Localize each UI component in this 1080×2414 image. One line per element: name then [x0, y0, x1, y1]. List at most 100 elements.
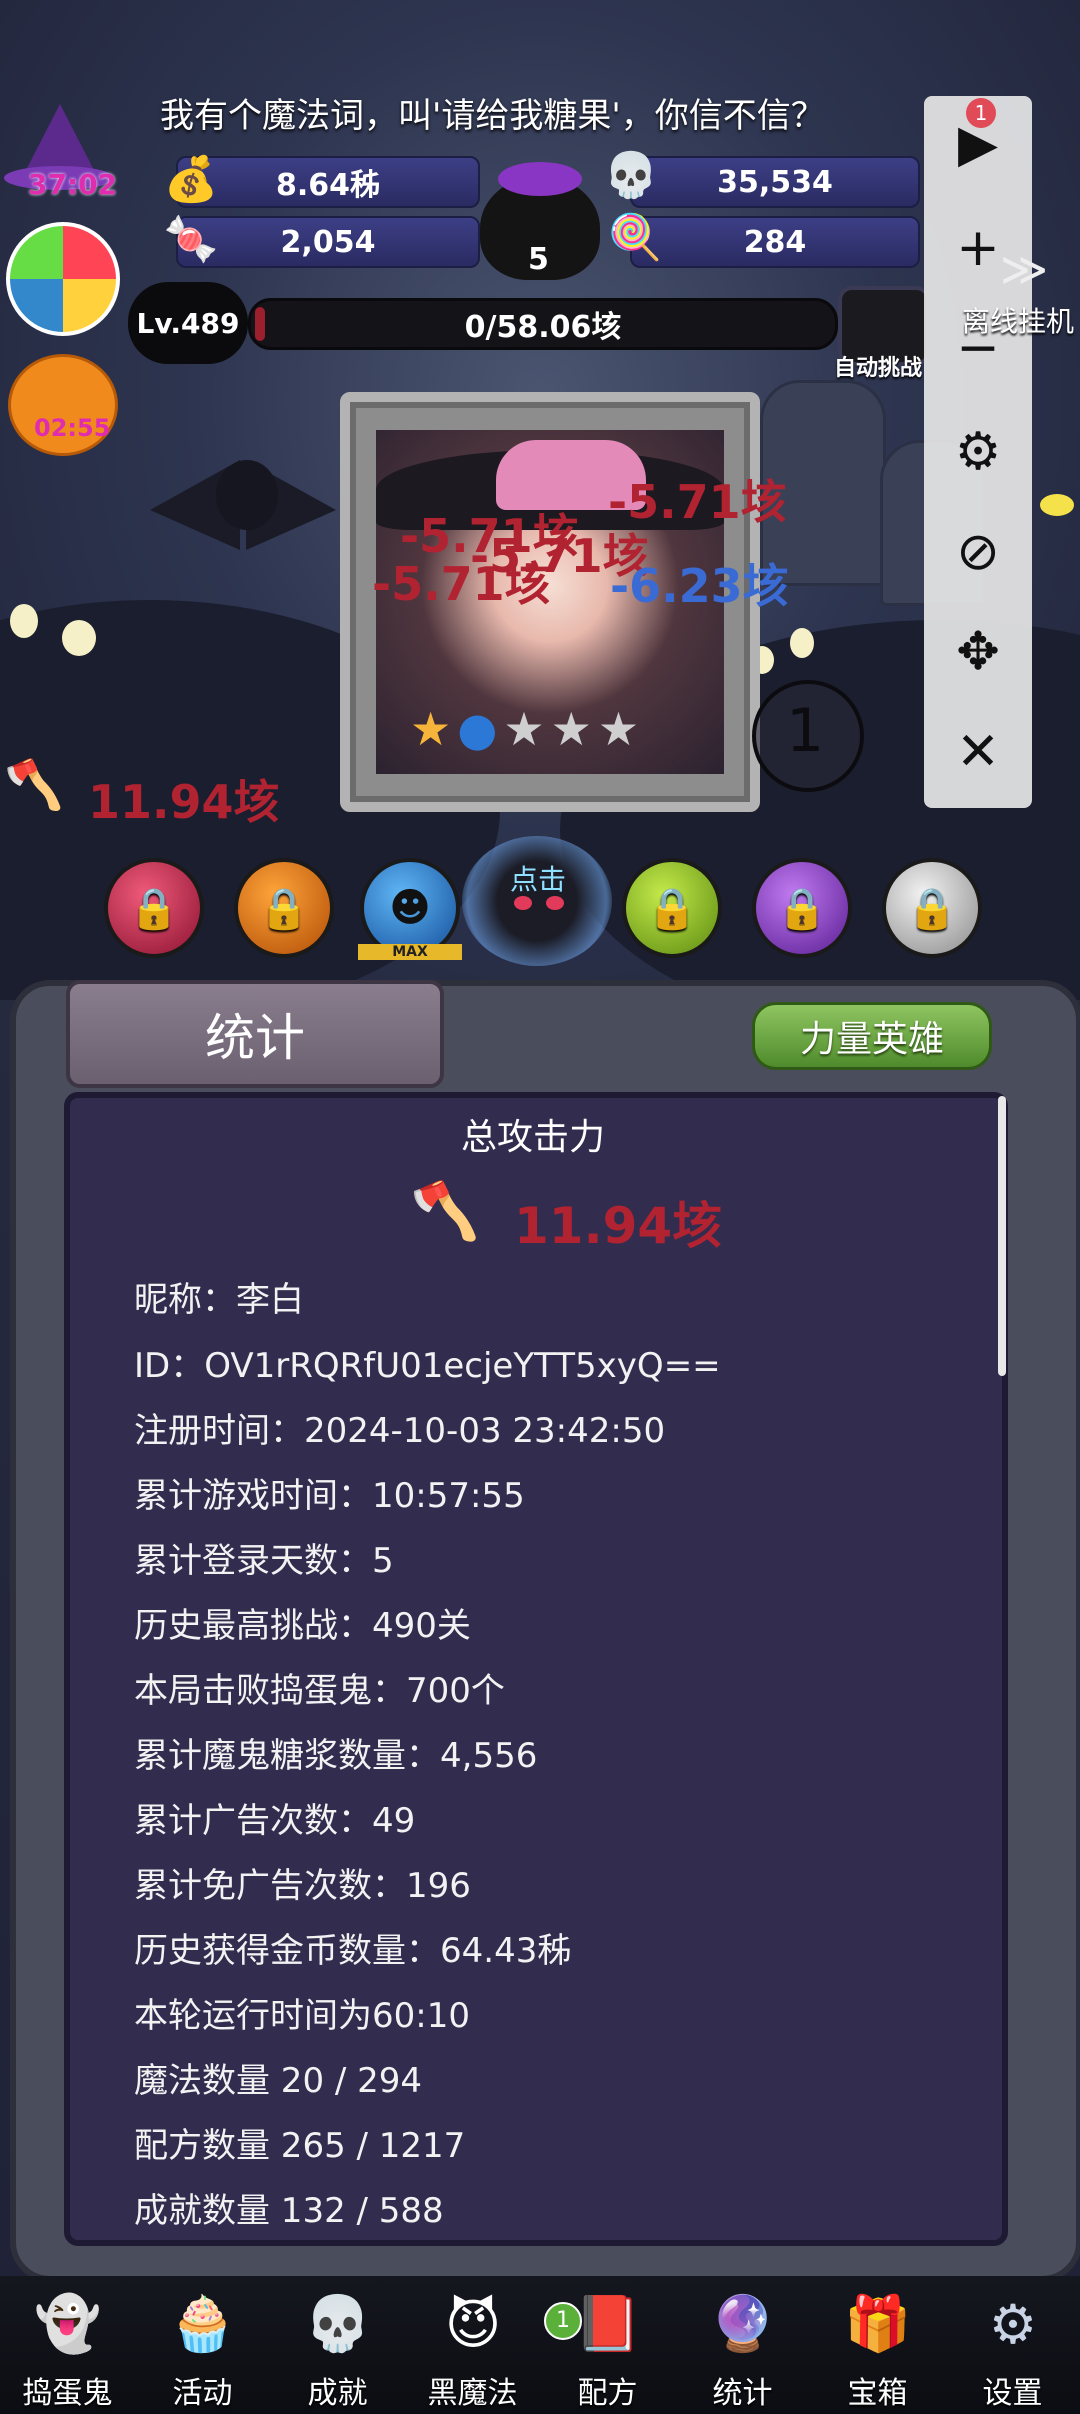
- overlay-toolbar: ▶ + − ⚙ ⊘ ✥ ✕: [924, 96, 1032, 808]
- stat-achievement-count: 成就数量 132 / 588: [134, 2191, 444, 2231]
- total-attack-value: 11.94垓: [514, 1197, 723, 1255]
- bat-icon[interactable]: [150, 440, 340, 570]
- damage-text-4: -5.71垓: [608, 475, 787, 529]
- stat-run-time: 本轮运行时间为60:10: [134, 1996, 470, 2036]
- top-message: 我有个魔法词，叫'请给我糖果'，你信不信？: [160, 96, 825, 136]
- skill-orb-white-locked[interactable]: 🔒: [882, 858, 982, 958]
- total-attack-title: 总攻击力: [460, 1117, 605, 1158]
- nav-label: 活动: [172, 2376, 233, 2411]
- skull-trophy-icon: 💀: [304, 2292, 372, 2355]
- stat-syrup: 累计魔鬼糖浆数量：4,556: [134, 1736, 538, 1776]
- lollipop-icon[interactable]: [6, 222, 120, 336]
- nav-label: 统计: [712, 2376, 773, 2411]
- eye-off-icon[interactable]: ⊘: [924, 512, 1032, 592]
- gear-icon: ⚙: [988, 2292, 1038, 2356]
- level-progress-text: 0/58.06垓: [464, 310, 622, 345]
- damage-text-blue: -6.23垓: [610, 559, 789, 613]
- stat-login-days: 累计登录天数：5: [134, 1541, 394, 1581]
- timer-text: 37:02: [28, 168, 118, 201]
- stat-ad-free: 累计免广告次数：196: [134, 1866, 471, 1906]
- coins-value: 8.64秭: [275, 168, 381, 203]
- cauldron-icon[interactable]: 5: [480, 162, 600, 280]
- stat-id: ID：OV1rRQRfU01ecjeYTT5xyQ==: [134, 1346, 721, 1386]
- bottom-nav: 👻 捣蛋鬼 🧁 活动 💀 成就 😈 黑魔法 📕 1 配方 🔮 统计 🎁 宝箱 ⚙…: [0, 2276, 1080, 2414]
- skill-orb-green-locked[interactable]: 🔒: [622, 858, 722, 958]
- nav-item-settings[interactable]: ⚙ 设置: [945, 2276, 1080, 2414]
- nav-item-stats[interactable]: 🔮 统计: [675, 2276, 810, 2414]
- nav-item-black-magic[interactable]: 😈 黑魔法: [405, 2276, 540, 2414]
- red-candy-value: 2,054: [280, 224, 376, 260]
- level-label: Lv.489: [136, 306, 240, 340]
- stat-total-coins: 历史获得金币数量：64.43秭: [134, 1931, 572, 1971]
- demon-icon: 😈: [444, 2292, 502, 2356]
- nav-label: 宝箱: [847, 2376, 908, 2411]
- stat-best-challenge: 历史最高挑战：490关: [134, 1606, 471, 1646]
- nav-item-recipe[interactable]: 📕 1 配方: [540, 2276, 675, 2414]
- stat-register-time: 注册时间：2024-10-03 23:42:50: [134, 1411, 666, 1451]
- recipe-book-icon: 📕: [574, 2292, 642, 2355]
- nav-item-troublemaker[interactable]: 👻 捣蛋鬼: [0, 2276, 135, 2414]
- stage-number: 1: [786, 696, 825, 766]
- lock-icon: 🔒: [259, 885, 309, 932]
- stats-tab-label: 统计: [205, 1009, 305, 1067]
- recipe-badge: 1: [544, 2302, 582, 2340]
- ghost-icon: 👻: [34, 2292, 102, 2355]
- skull-potion-icon: 💀: [603, 150, 659, 201]
- nav-label: 捣蛋鬼: [22, 2376, 113, 2411]
- axe-icon: 🪓: [4, 757, 64, 813]
- close-icon[interactable]: ✕: [924, 712, 1032, 792]
- skull-candy-icon: 🍬: [163, 214, 219, 265]
- power-hero-label: 力量英雄: [799, 1019, 944, 1060]
- stat-nickname: 昵称：李白: [134, 1280, 304, 1320]
- star-rating: ★●★★★: [410, 702, 646, 756]
- skill-orb-blue-max[interactable]: ☻: [360, 858, 460, 958]
- level-progress-bar: 0/58.06垓: [248, 298, 838, 350]
- toolbar-badge: 1: [966, 98, 996, 128]
- gear-icon[interactable]: ⚙: [924, 412, 1032, 492]
- skulls-stat: 35,534: [630, 156, 920, 208]
- nav-item-chest[interactable]: 🎁 宝箱: [810, 2276, 945, 2414]
- max-label: MAX: [358, 944, 462, 960]
- candy-corn-value: 284: [743, 224, 807, 260]
- stat-play-time: 累计游戏时间：10:57:55: [134, 1476, 525, 1516]
- level-progress-fill: [255, 307, 265, 341]
- power-hero-button[interactable]: 力量英雄: [752, 1002, 992, 1070]
- coin-bag-icon: 💰: [163, 154, 219, 205]
- auto-challenge-label: 自动挑战: [834, 356, 923, 381]
- nav-label: 黑魔法: [427, 2376, 518, 2411]
- nav-label: 配方: [577, 2376, 638, 2411]
- total-attack-float: 11.94垓: [88, 775, 280, 829]
- skull-icon: ☻: [389, 885, 431, 931]
- tap-monster-button[interactable]: [462, 836, 612, 966]
- tap-label: 点击: [510, 863, 567, 896]
- move-icon[interactable]: ✥: [924, 612, 1032, 692]
- stat-recipe-count: 配方数量 265 / 1217: [134, 2126, 466, 2166]
- pumpkin-icon[interactable]: 02:55: [8, 344, 118, 456]
- candy-corn-icon: 🍭: [607, 212, 663, 263]
- lock-icon: 🔒: [647, 885, 697, 932]
- lock-icon: 🔒: [129, 885, 179, 932]
- skill-orb-purple-locked[interactable]: 🔒: [752, 858, 852, 958]
- candy-corn-stat: 284: [630, 216, 920, 268]
- skill-orb-orange-locked[interactable]: 🔒: [234, 858, 334, 958]
- skill-orb-red-locked[interactable]: 🔒: [104, 858, 204, 958]
- fish-bone-icon: ≫: [1000, 242, 1049, 296]
- crystal-ball-icon: 🔮: [709, 2292, 777, 2355]
- cauldron-count: 5: [528, 242, 549, 277]
- stat-magic-count: 魔法数量 20 / 294: [134, 2061, 423, 2101]
- level-badge: Lv.489: [128, 282, 248, 364]
- lock-icon: 🔒: [777, 885, 827, 932]
- pumpkin-timer: 02:55: [34, 414, 111, 442]
- nav-label: 成就: [307, 2376, 368, 2411]
- eyeball-cake-icon: 🧁: [169, 2292, 237, 2355]
- offline-idle-label[interactable]: 离线挂机: [962, 300, 1074, 340]
- nav-label: 设置: [982, 2376, 1043, 2411]
- nav-item-achievement[interactable]: 💀 成就: [270, 2276, 405, 2414]
- gift-box-icon: 🎁: [844, 2292, 912, 2355]
- damage-text-3: -5.71垓: [372, 557, 551, 611]
- axe-icon: 🪓: [410, 1179, 480, 1244]
- witch-hat-icon[interactable]: 37:02: [4, 104, 118, 201]
- nav-item-activity[interactable]: 🧁 活动: [135, 2276, 270, 2414]
- stat-ads: 累计广告次数：49: [134, 1801, 416, 1841]
- lock-icon: 🔒: [907, 885, 957, 932]
